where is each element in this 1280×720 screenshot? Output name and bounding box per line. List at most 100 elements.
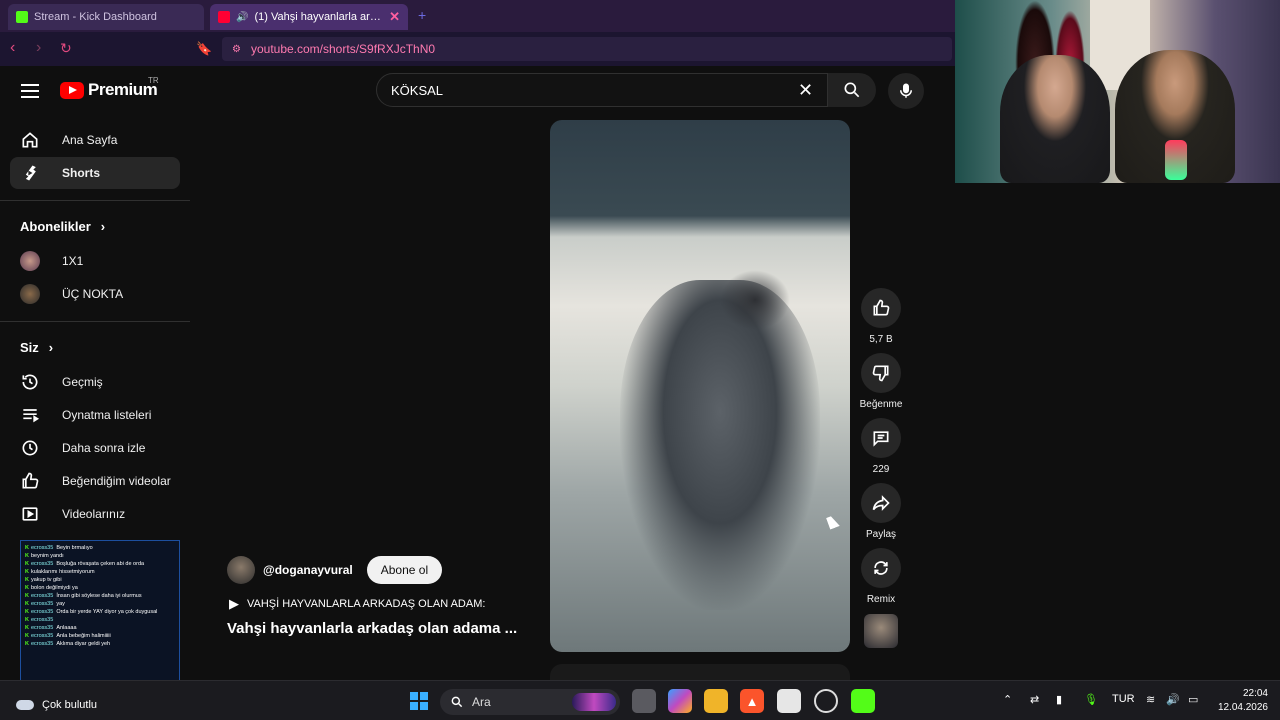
sidebar-item-your-videos[interactable]: Videolarınız (10, 498, 180, 530)
taskbar-search[interactable]: Ara (440, 689, 620, 715)
sidebar-item-label: Shorts (62, 166, 101, 180)
dislike-action[interactable]: Beğenme (857, 353, 905, 410)
share-icon (872, 495, 890, 511)
chat-text: Boşluğa rövaşata çeken abi de orda (56, 561, 145, 567)
wifi-icon[interactable]: ≋ (1146, 693, 1155, 706)
share-action[interactable]: Paylaş (857, 483, 905, 540)
chat-username[interactable]: ecross35 (31, 633, 53, 639)
subscribe-button[interactable]: Abone ol (366, 556, 443, 584)
search-button[interactable] (828, 73, 876, 107)
tray-app-icon[interactable]: ⇄ (1030, 693, 1039, 706)
like-count: 5,7 B (869, 334, 893, 345)
copilot-icon[interactable] (668, 689, 692, 713)
tray-overflow-icon[interactable]: ⌃ (1003, 693, 1012, 706)
speaker-icon[interactable]: 🔊 (236, 12, 248, 23)
youtube-logo[interactable]: Premium (60, 80, 158, 100)
like-action[interactable]: 5,7 B (857, 288, 905, 345)
chat-username[interactable]: ecross35 (31, 561, 53, 567)
chat-text: yay (56, 601, 65, 607)
chat-username[interactable]: ecross35 (31, 641, 53, 647)
subscription-label: ÜÇ NOKTA (62, 287, 124, 301)
chat-username[interactable]: ecross35 (31, 593, 53, 599)
battery-icon[interactable]: ▭ (1188, 693, 1198, 706)
sidebar-item-playlists[interactable]: Oynatma listeleri (10, 399, 180, 431)
channel-name[interactable]: @doganayvural (263, 563, 353, 577)
remix-action[interactable]: Remix (857, 548, 905, 605)
sidebar-item-label: Oynatma listeleri (62, 408, 152, 422)
clear-search-icon[interactable]: ✕ (798, 80, 813, 101)
sidebar-item-liked-videos[interactable]: Beğendiğim videolar (10, 465, 180, 497)
file-explorer-icon[interactable] (704, 689, 728, 713)
share-button[interactable] (861, 483, 901, 523)
search-input[interactable]: KÖKSAL (376, 73, 828, 107)
thumbs-up-icon (873, 299, 890, 316)
sidebar-item-home[interactable]: Ana Sayfa (10, 124, 180, 156)
chat-message: Kecross35 Anlaaaa (25, 624, 175, 632)
share-label: Paylaş (865, 529, 896, 540)
kick-badge-icon: K (25, 569, 29, 575)
tab-kick-dashboard[interactable]: Stream - Kick Dashboard (8, 4, 204, 30)
sidebar-item-label: Daha sonra izle (62, 441, 146, 455)
menu-icon[interactable] (21, 84, 39, 102)
close-tab-icon[interactable]: ✕ (389, 9, 400, 25)
chat-username[interactable]: ecross35 (31, 609, 53, 615)
tray-chart-icon[interactable]: ▮ (1056, 693, 1062, 706)
store-icon[interactable] (777, 689, 801, 713)
subscriptions-heading[interactable]: Abonelikler › (20, 219, 105, 234)
reload-button[interactable]: ↻ (60, 40, 72, 57)
search-icon (451, 696, 463, 708)
voice-search-button[interactable] (888, 73, 924, 109)
comments-button[interactable] (861, 418, 901, 458)
kick-app-icon[interactable] (851, 689, 875, 713)
chat-text: Beyin brmalıyo (56, 545, 93, 551)
subscription-item-uc-nokta[interactable]: ÜÇ NOKTA (10, 278, 180, 310)
short-video-player[interactable] (550, 120, 850, 652)
dislike-button[interactable] (861, 353, 901, 393)
like-button[interactable] (861, 288, 901, 328)
subscription-item-1x1[interactable]: 1X1 (10, 245, 180, 277)
short-title[interactable]: Vahşi hayvanlarla arkadaş olan adama ... (227, 620, 517, 637)
windows-taskbar: Çok bulutlu Ara ▲ ⌃ ⇄ ▮ 🎙 TUR ≋ 🔊 ▭ 22:0… (0, 680, 1280, 720)
playlist-link[interactable]: ▶ VAHŞİ HAYVANLARLA ARKADAŞ OLAN ADAM: (229, 596, 485, 612)
back-button[interactable]: ‹ (10, 39, 15, 57)
start-button[interactable] (407, 689, 431, 713)
divider (0, 321, 190, 322)
sidebar-item-shorts[interactable]: Shorts (10, 157, 180, 189)
chat-username[interactable]: ecross35 (31, 545, 53, 551)
history-icon (22, 374, 38, 390)
comments-action[interactable]: 229 (857, 418, 905, 475)
kick-favicon-icon (16, 11, 28, 23)
remix-label: Remix (866, 594, 896, 605)
rgb-light-image (1165, 140, 1187, 180)
brave-browser-icon[interactable]: ▲ (740, 689, 764, 713)
language-indicator[interactable]: TUR (1112, 693, 1135, 705)
remix-button[interactable] (861, 548, 901, 588)
site-settings-icon[interactable]: ⚙ (232, 44, 241, 55)
comment-icon (873, 431, 889, 447)
sidebar-item-history[interactable]: Geçmiş (10, 366, 180, 398)
divider (0, 200, 190, 201)
sidebar-item-label: Geçmiş (62, 375, 103, 389)
channel-avatar[interactable] (227, 556, 255, 584)
weather-widget[interactable]: Çok bulutlu (16, 699, 97, 711)
chat-username[interactable]: ecross35 (31, 617, 53, 623)
dislike-label: Beğenme (859, 399, 903, 410)
sidebar-item-watch-later[interactable]: Daha sonra izle (10, 432, 180, 464)
new-tab-button[interactable]: + (418, 7, 426, 23)
thumbs-down-icon (872, 365, 889, 382)
obs-icon[interactable] (814, 689, 838, 713)
audio-source-thumbnail[interactable] (864, 614, 898, 648)
microphone-icon[interactable]: 🎙 (1084, 693, 1098, 706)
tab-youtube-short[interactable]: 🔊 (1) Vahşi hayvanlarla arkadaş ✕ (210, 4, 408, 30)
you-heading[interactable]: Siz › (20, 340, 53, 355)
task-view-icon[interactable] (632, 689, 656, 713)
url-field[interactable]: ⚙ youtube.com/shorts/S9fRXJcThN0 (222, 37, 952, 61)
chat-username[interactable]: ecross35 (31, 601, 53, 607)
chat-username[interactable]: ecross35 (31, 625, 53, 631)
volume-icon[interactable]: 🔊 (1166, 693, 1180, 706)
thumbs-up-icon (22, 472, 39, 489)
bookmark-icon[interactable]: 🔖 (196, 41, 212, 57)
chat-text: beynim yandı (30, 553, 64, 559)
clock[interactable]: 22:04 12.04.2026 (1212, 687, 1268, 715)
forward-button[interactable]: › (36, 39, 41, 57)
